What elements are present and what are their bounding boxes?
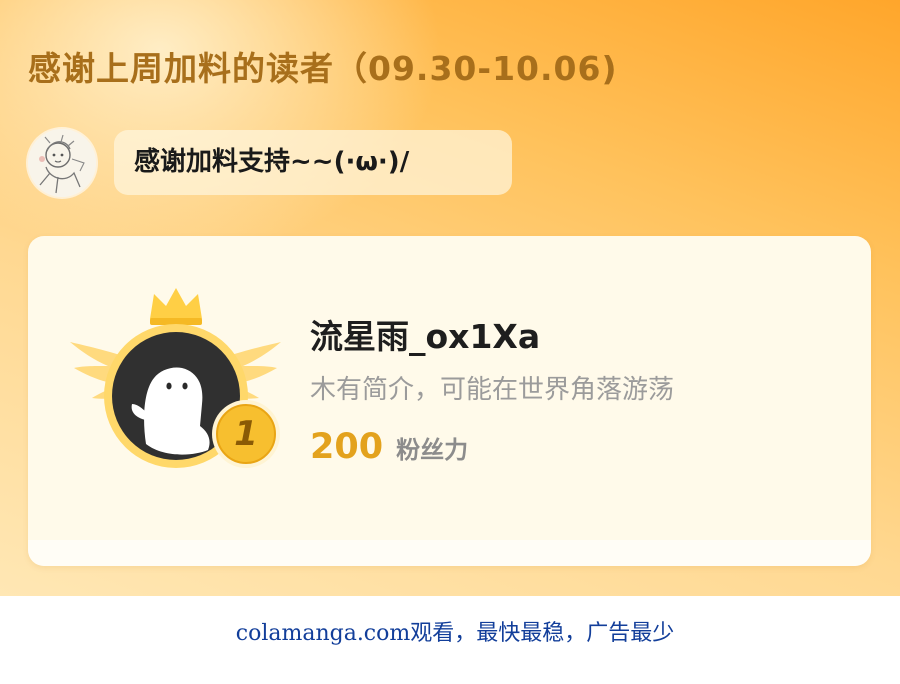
- score-unit: 粉丝力: [396, 436, 469, 464]
- author-message: 感谢加料支持~~(·ω·)/: [134, 147, 410, 177]
- author-message-bubble: 感谢加料支持~~(·ω·)/: [114, 130, 512, 195]
- supporter-card[interactable]: 1 流星雨_ox1Xa 木有简介，可能在世界角落游荡 200 粉丝力: [28, 236, 871, 566]
- supporter-score: 200 粉丝力: [310, 421, 468, 479]
- sketch-avatar-icon: [28, 129, 96, 197]
- footer: colamanga.com观看，最快最稳，广告最少: [0, 596, 900, 684]
- score-value: 200: [310, 427, 384, 467]
- supporter-name[interactable]: 流星雨_ox1Xa: [310, 312, 540, 362]
- thanks-panel: 感谢上周加料的读者（09.30-10.06) 感谢加料支持~~(·ω·)/ 1 …: [0, 0, 900, 596]
- card-bottom-fade: [28, 540, 871, 566]
- rank-badge: 1: [68, 286, 283, 486]
- author-avatar[interactable]: [28, 129, 96, 197]
- page-title: 感谢上周加料的读者（09.30-10.06): [28, 49, 618, 88]
- supporter-bio: 木有简介，可能在世界角落游荡: [310, 375, 675, 405]
- footer-watermark: colamanga.com观看，最快最稳，广告最少: [235, 621, 675, 646]
- rank-number: 1: [234, 414, 258, 454]
